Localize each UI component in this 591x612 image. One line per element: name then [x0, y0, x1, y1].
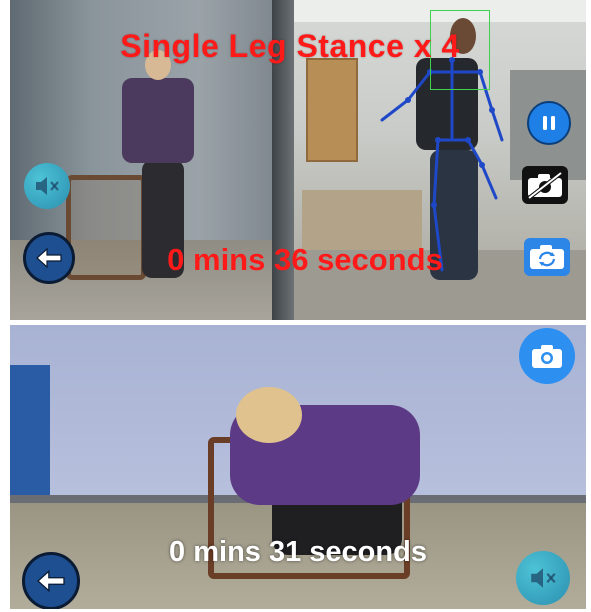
webcam-preview-panel: 0 mins 31 seconds: [10, 325, 586, 609]
back-button[interactable]: [22, 552, 80, 609]
camera-button[interactable]: [519, 328, 575, 384]
skeleton-left-thigh: [432, 138, 440, 207]
session-timer: 0 mins 36 seconds: [167, 242, 443, 277]
skeleton-right-forearm: [490, 108, 504, 142]
pause-button[interactable]: [527, 101, 571, 145]
mute-button[interactable]: [24, 163, 70, 209]
switch-camera-icon: [530, 245, 564, 269]
camera-off-icon: [527, 171, 563, 200]
participant-head: [236, 387, 302, 443]
back-arrow-icon: [36, 247, 62, 269]
skeleton-left-upper-arm: [406, 70, 432, 102]
exercise-title: Single Leg Stance x 4: [120, 28, 460, 64]
speaker-muted-icon: [36, 177, 59, 195]
camera-icon: [532, 345, 562, 368]
skeleton-right-shin: [480, 163, 498, 200]
back-arrow-icon: [37, 569, 65, 593]
skeleton-right-thigh: [466, 138, 484, 167]
switch-camera-button[interactable]: [524, 238, 570, 276]
pause-icon: [543, 116, 555, 130]
back-button[interactable]: [23, 232, 75, 284]
camera-off-button[interactable]: [522, 166, 568, 204]
webcam-timer: 0 mins 31 seconds: [169, 536, 427, 568]
skeleton-left-forearm: [380, 98, 410, 122]
speaker-muted-icon: [531, 568, 556, 588]
exercise-video-panel: Single Leg Stance x 4 0 mins 36 seconds: [10, 0, 586, 320]
mute-button[interactable]: [516, 551, 570, 605]
curtain: [10, 365, 50, 515]
